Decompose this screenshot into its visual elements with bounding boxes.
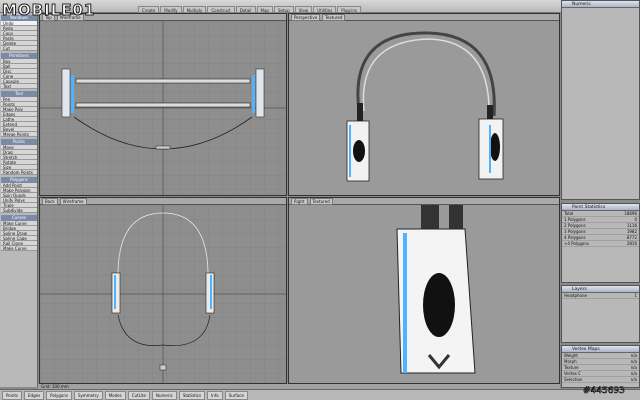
bottom-bar-button[interactable]: Info — [207, 390, 223, 400]
row-value: 8772 — [626, 235, 637, 240]
row-value: n/a — [630, 371, 637, 376]
viewport-header: Right Textured — [289, 198, 559, 205]
point-statistics-title: Point Statistics — [562, 204, 639, 211]
row-value: 1116 — [626, 223, 637, 228]
vertex-maps-title: Vertex Maps — [562, 346, 639, 353]
watermark-label: #445693 — [583, 386, 626, 397]
bottom-bar-button[interactable]: Numeric — [151, 390, 177, 400]
bottom-bar-button[interactable]: Surface — [224, 390, 248, 400]
row-value: 2816 — [626, 241, 637, 246]
bottom-bar-button[interactable]: Modes — [104, 390, 126, 400]
row-label: Morph — [564, 359, 577, 364]
layers-panel: Layers Headphone 1 — [561, 285, 640, 343]
bottom-bar-button[interactable]: Points — [2, 390, 23, 400]
row-label: >4 Polygons — [564, 241, 589, 246]
toolbar-button[interactable]: Text — [1, 84, 37, 89]
menu-tab[interactable]: Plug-ins — [337, 6, 361, 13]
menu-tab[interactable]: Setup — [273, 6, 294, 13]
viewport-back[interactable]: Back Wireframe — [39, 197, 287, 384]
menu-tab[interactable]: Multiply — [182, 6, 207, 13]
right-view-canvas[interactable] — [289, 205, 559, 383]
render-mode-select[interactable]: Wireframe — [59, 198, 87, 205]
menu-tabs: Create Modify Multiply Construct Detail Map Se… — [138, 6, 361, 13]
mobile01-logo: MOBILE01 — [1, 1, 96, 20]
row-value: 0 — [634, 217, 637, 222]
row-value: 1 — [634, 293, 637, 298]
panel-row[interactable]: >4 Polygons 2816 — [562, 241, 639, 247]
menu-tab[interactable]: View — [294, 6, 313, 13]
panel-row[interactable]: Headphone 1 — [562, 293, 639, 299]
row-label: Total — [564, 211, 574, 216]
row-value: 1982 — [626, 229, 637, 234]
row-label: Texture — [564, 365, 579, 370]
row-label: 1 Polygons — [564, 217, 586, 222]
view-type-select[interactable]: Right — [291, 198, 308, 205]
menu-tab[interactable]: Construct — [207, 6, 235, 13]
row-label: 3 Polygons — [564, 229, 586, 234]
panel-row[interactable]: Selection n/a — [562, 377, 639, 383]
bottom-bar-button[interactable]: Polygons — [46, 390, 72, 400]
row-label: Selection — [564, 377, 583, 382]
menu-tab[interactable]: Detail — [235, 6, 256, 13]
row-label: Headphone — [564, 293, 587, 298]
toolbar-button[interactable]: Subdivide — [1, 208, 37, 213]
render-mode-select[interactable]: Textured — [322, 14, 346, 21]
menu-tab[interactable]: Map — [256, 6, 273, 13]
top-view-canvas[interactable] — [40, 21, 286, 195]
point-statistics-panel: Point Statistics Total 18696 1 Polygons 0 2 … — [561, 203, 640, 283]
view-type-select[interactable]: Back — [42, 198, 58, 205]
bottom-bar-button[interactable]: Statistics — [178, 390, 206, 400]
menu-tab[interactable]: Create — [138, 6, 160, 13]
viewport-header: Back Wireframe — [40, 198, 286, 205]
row-label: Vertex C — [564, 371, 581, 376]
bottom-bar-button[interactable]: Edges — [24, 390, 45, 400]
menu-tab[interactable]: Utilities — [313, 6, 337, 13]
bottom-bar: Points Edges Polygons Symmetry Modes CutLite N… — [0, 389, 640, 400]
toolbar-button[interactable]: Make Curve — [1, 246, 37, 251]
row-value: n/a — [630, 353, 637, 358]
layers-title: Layers — [562, 286, 639, 293]
viewport-header: Perspective Textured — [289, 14, 559, 21]
vertex-maps-panel: Vertex Maps Weight n/a Morph n/a Texture n/a V… — [561, 345, 640, 388]
toolbar-button[interactable]: Cut — [1, 46, 37, 51]
headphone-perspective-model — [346, 31, 504, 182]
bottom-bar-button[interactable]: CutLite — [127, 390, 150, 400]
toolbar-button[interactable]: Merge Points — [1, 132, 37, 137]
row-value: n/a — [630, 365, 637, 370]
perspective-canvas[interactable] — [289, 21, 559, 195]
viewport-top[interactable]: Top Wireframe — [39, 13, 287, 196]
row-label: 4 Polygons — [564, 235, 586, 240]
render-mode-select[interactable]: Textured — [309, 198, 333, 205]
toolbar-button[interactable]: Random Points — [1, 170, 37, 175]
viewport-right[interactable]: Right Textured — [288, 197, 560, 384]
row-value: n/a — [630, 377, 637, 382]
row-label: Weight — [564, 353, 578, 358]
row-label: 2 Polygons — [564, 223, 586, 228]
bottom-bar-button[interactable]: Symmetry — [73, 390, 103, 400]
back-view-canvas[interactable] — [40, 205, 286, 383]
row-value: 18696 — [624, 211, 637, 216]
menu-tab[interactable]: Modify — [160, 6, 182, 13]
numeric-panel: Numeric — [561, 0, 640, 200]
view-type-select[interactable]: Perspective — [291, 14, 321, 21]
numeric-panel-title: Numeric — [562, 1, 639, 8]
left-toolbar: Windows Undo Redo Copy Paste Delete Cut Primiti… — [0, 13, 38, 387]
earcup-closeup-model — [396, 205, 476, 374]
row-value: n/a — [630, 359, 637, 364]
viewport-perspective[interactable]: Perspective Textured — [288, 13, 560, 196]
